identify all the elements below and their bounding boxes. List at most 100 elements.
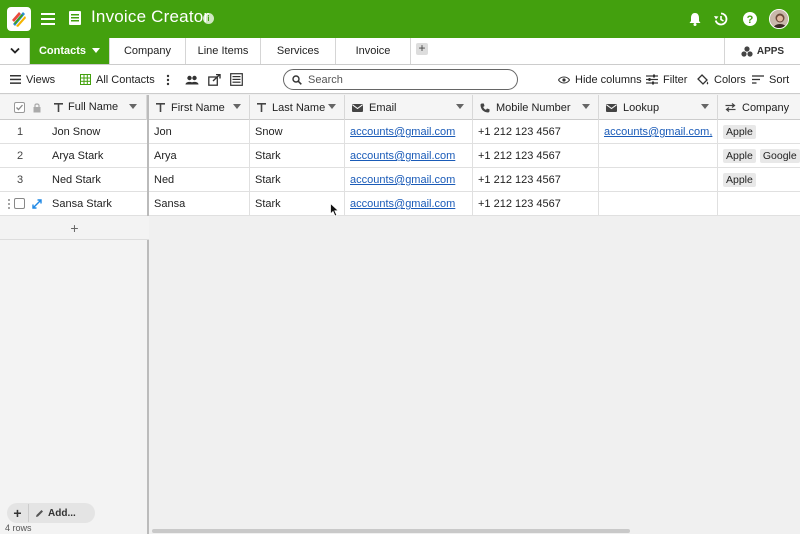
company-header[interactable]: Company: [718, 95, 800, 120]
lookup-cell[interactable]: [599, 144, 718, 168]
lookup-cell[interactable]: [599, 168, 718, 192]
mobile-cell[interactable]: +1 212 123 4567: [473, 168, 599, 192]
caret-down-icon[interactable]: [701, 104, 709, 109]
email-link[interactable]: accounts@gmail.com: [350, 126, 455, 138]
company-chip[interactable]: Apple: [723, 125, 756, 139]
column-label: Lookup: [623, 101, 660, 114]
search-input[interactable]: [308, 73, 498, 86]
lookup-cell[interactable]: [599, 192, 718, 216]
email-cell[interactable]: accounts@gmail.com: [345, 192, 473, 216]
view-selector[interactable]: All Contacts: [80, 65, 155, 94]
last-name-header[interactable]: Last Name: [250, 95, 345, 120]
export-icon[interactable]: [208, 65, 226, 94]
drag-handle-icon[interactable]: [7, 198, 11, 210]
lookup-link[interactable]: accounts@gmail.com,: [604, 126, 712, 138]
views-button[interactable]: Views: [10, 65, 55, 94]
plus-icon[interactable]: +: [7, 504, 29, 522]
add-tab-button[interactable]: +: [416, 42, 428, 55]
table-row[interactable]: Jon Snow accounts@gmail.com +1 212 123 4…: [149, 120, 800, 144]
more-options-icon[interactable]: [166, 65, 175, 94]
company-cell[interactable]: [718, 192, 800, 216]
full-name-cell[interactable]: Arya Stark: [46, 144, 103, 168]
add-row-button[interactable]: +: [0, 216, 149, 240]
column-label: First Name: [171, 101, 225, 114]
sort-button[interactable]: Sort: [752, 65, 789, 94]
lookup-cell[interactable]: accounts@gmail.com,: [599, 120, 718, 144]
tab-invoice[interactable]: Invoice: [336, 38, 411, 64]
frozen-row[interactable]: 1 Jon Snow: [0, 120, 147, 144]
frozen-row[interactable]: Sansa Stark: [0, 192, 147, 216]
caret-down-icon: [92, 48, 101, 53]
email-link[interactable]: accounts@gmail.com: [350, 174, 455, 186]
frozen-header: Full Name: [0, 95, 147, 120]
email-link[interactable]: accounts@gmail.com: [350, 198, 455, 210]
frozen-row[interactable]: 3 Ned Stark: [0, 168, 147, 192]
email-header[interactable]: Email: [345, 95, 473, 120]
caret-down-icon[interactable]: [456, 104, 464, 109]
bell-icon[interactable]: [687, 11, 703, 27]
tab-services[interactable]: Services: [261, 38, 336, 64]
history-icon[interactable]: [713, 11, 729, 27]
company-chip[interactable]: Google: [759, 149, 800, 163]
full-name-cell[interactable]: Sansa Stark: [46, 192, 112, 216]
company-cell[interactable]: Apple: [718, 168, 800, 192]
first-name-cell[interactable]: Sansa: [149, 192, 250, 216]
colors-button[interactable]: Colors: [697, 65, 746, 94]
menu-icon[interactable]: [40, 11, 56, 27]
lookup-header[interactable]: Lookup: [599, 95, 718, 120]
table-row[interactable]: Sansa Stark accounts@gmail.com +1 212 12…: [149, 192, 800, 216]
print-view-icon[interactable]: [230, 65, 248, 94]
first-name-cell[interactable]: Jon: [149, 120, 250, 144]
apps-button[interactable]: APPS: [724, 38, 800, 64]
tab-company[interactable]: Company: [110, 38, 186, 64]
expand-row-icon[interactable]: [32, 199, 42, 209]
app-window: Invoice Creator i ? Contacts Company Lin…: [0, 0, 800, 534]
caret-down-icon[interactable]: [233, 104, 241, 109]
email-link[interactable]: accounts@gmail.com: [350, 150, 455, 162]
table-row[interactable]: Ned Stark accounts@gmail.com +1 212 123 …: [149, 168, 800, 192]
search-box[interactable]: [283, 69, 518, 90]
hide-columns-button[interactable]: Hide columns: [558, 65, 642, 94]
tab-line-items[interactable]: Line Items: [186, 38, 261, 64]
email-cell[interactable]: accounts@gmail.com: [345, 120, 473, 144]
table-row[interactable]: Arya Stark accounts@gmail.com +1 212 123…: [149, 144, 800, 168]
first-name-cell[interactable]: Arya: [149, 144, 250, 168]
last-name-cell[interactable]: Stark: [250, 144, 345, 168]
company-chip[interactable]: Apple: [723, 173, 756, 187]
full-name-cell[interactable]: Ned Stark: [46, 168, 101, 192]
avatar[interactable]: [769, 9, 789, 29]
full-name-label: Full Name: [68, 101, 119, 113]
company-cell[interactable]: Apple: [718, 120, 800, 144]
logo-icon[interactable]: [7, 7, 31, 31]
first-name-cell[interactable]: Ned: [149, 168, 250, 192]
caret-down-icon[interactable]: [129, 104, 137, 109]
share-users-icon[interactable]: [185, 65, 204, 94]
mobile-cell[interactable]: +1 212 123 4567: [473, 192, 599, 216]
horizontal-scrollbar[interactable]: [152, 529, 630, 533]
last-name-cell[interactable]: Stark: [250, 168, 345, 192]
full-name-header[interactable]: Full Name: [0, 95, 147, 120]
filter-button[interactable]: Filter: [646, 65, 687, 94]
company-cell[interactable]: Apple Google: [718, 144, 800, 168]
mobile-cell[interactable]: +1 212 123 4567: [473, 120, 599, 144]
select-all-checkbox[interactable]: [14, 102, 25, 113]
tab-contacts[interactable]: Contacts: [30, 38, 110, 64]
row-checkbox[interactable]: [14, 198, 25, 209]
tab-label: Line Items: [197, 45, 249, 57]
info-icon[interactable]: i: [203, 13, 214, 24]
mobile-number-header[interactable]: Mobile Number: [473, 95, 599, 120]
add-table-button[interactable]: + Add...: [7, 503, 95, 523]
mobile-cell[interactable]: +1 212 123 4567: [473, 144, 599, 168]
caret-down-icon[interactable]: [328, 104, 336, 109]
column-label: Mobile Number: [496, 101, 571, 114]
company-chip[interactable]: Apple: [723, 149, 756, 163]
last-name-cell[interactable]: Snow: [250, 120, 345, 144]
email-cell[interactable]: accounts@gmail.com: [345, 144, 473, 168]
frozen-row[interactable]: 2 Arya Stark: [0, 144, 147, 168]
caret-down-icon[interactable]: [582, 104, 590, 109]
first-name-header[interactable]: First Name: [149, 95, 250, 120]
email-cell[interactable]: accounts@gmail.com: [345, 168, 473, 192]
help-icon[interactable]: ?: [742, 11, 758, 27]
full-name-cell[interactable]: Jon Snow: [46, 120, 100, 144]
chevron-down-icon[interactable]: [0, 38, 30, 64]
